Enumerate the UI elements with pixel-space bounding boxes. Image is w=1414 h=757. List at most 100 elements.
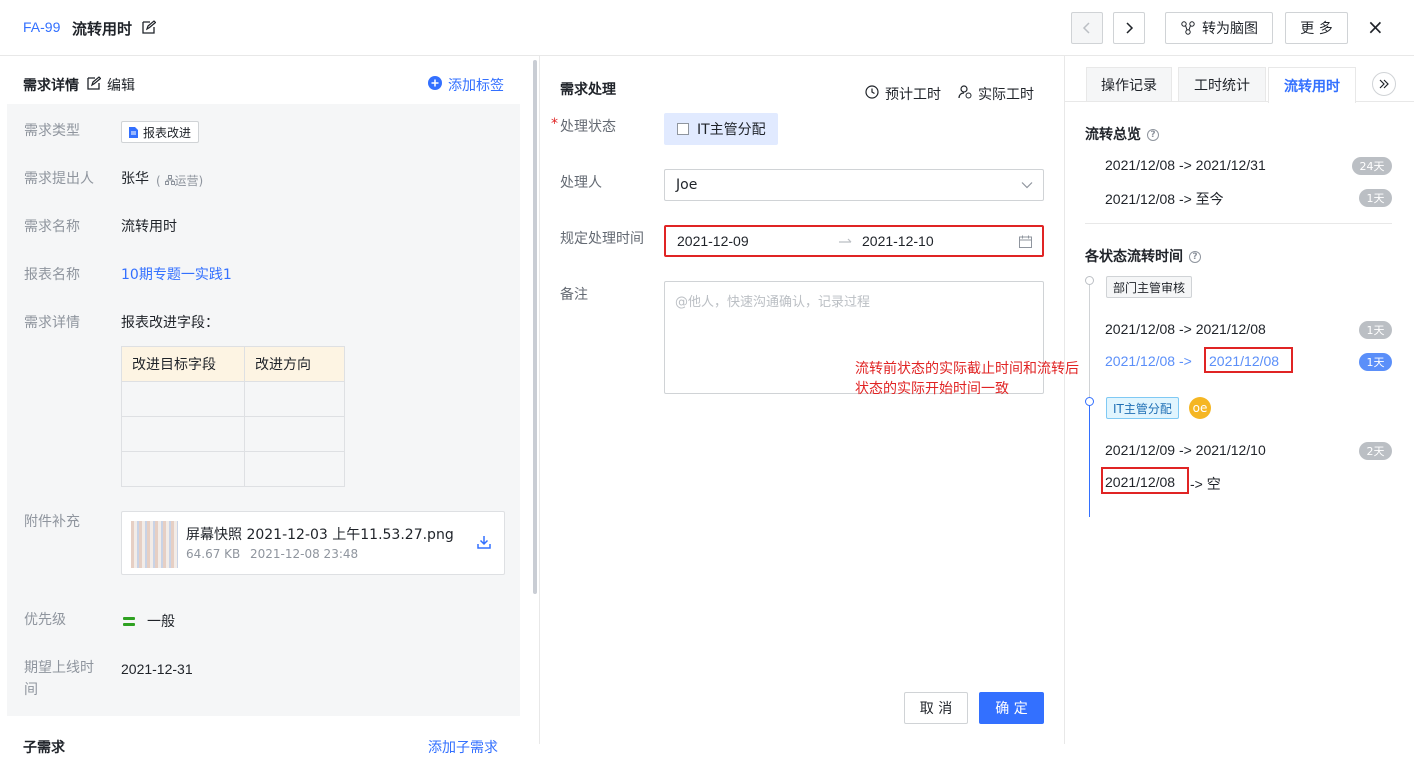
overview-range-1: 2021/12/08 -> 2021/12/31 [1105,157,1266,173]
priority-label: 优先级 [24,612,66,628]
timeline-panel: 操作记录 工时统计 流转用时 流转总览? 2021/12/08 -> 2021/… [1065,56,1414,744]
status-time-title: 各状态流转时间? [1085,246,1201,266]
help-icon[interactable]: ? [1147,129,1159,141]
launch-label: 期望上线时间 [24,660,94,698]
tabs-expand-button[interactable] [1372,72,1396,96]
name-value: 流转用时 [121,219,177,235]
table-cell[interactable] [244,451,345,487]
table-header-target: 改进目标字段 [121,346,245,382]
requirement-id[interactable]: FA-99 [23,19,60,35]
type-label: 需求类型 [24,123,80,139]
type-value: 报表改进 [143,125,192,140]
next-button[interactable] [1113,12,1145,44]
table-row [121,416,345,452]
attachment-name: 屏幕快照 2021-12-03 上午11.53.27.png [186,527,454,543]
user-clock-icon [958,85,972,99]
stage-tag-dept-review: 部门主管审核 [1106,276,1193,298]
date-end[interactable]: 2021-12-10 [862,233,934,249]
mindmap-button[interactable]: 转为脑图 [1165,12,1273,44]
handler-value: Joe [676,177,698,193]
org-icon [164,175,175,185]
handler-label: 处理人 [560,175,602,191]
document-icon [129,126,138,138]
stage1-days-1: 1天 [1359,321,1392,339]
highlight-box [1204,347,1293,373]
chevron-left-icon [1082,22,1090,34]
tab-work-hours[interactable]: 工时统计 [1178,67,1266,101]
attachment-thumbnail [131,521,178,568]
sub-section-title: 子需求 [23,740,65,756]
add-tag-link[interactable]: 添加标签 [448,75,504,95]
mindmap-label: 转为脑图 [1202,21,1258,37]
est-hours-button[interactable]: 预计工时 [885,84,941,104]
timeline-line-active [1089,403,1090,517]
checkbox-box [677,123,689,135]
mindmap-icon [1181,21,1195,35]
type-tag[interactable]: 报表改进 [121,121,200,143]
table-cell[interactable] [121,416,245,452]
edit-icon[interactable] [87,76,101,90]
table-row [121,381,345,417]
stage-tag-it-assign: IT主管分配 [1106,397,1179,419]
overview-title-text: 流转总览 [1085,127,1141,143]
prev-button[interactable] [1071,12,1103,44]
detail-section-title: 需求详情 [23,78,79,94]
status-checkbox[interactable]: IT主管分配 [664,113,778,145]
help-icon[interactable]: ? [1189,251,1201,263]
ok-button[interactable]: 确 定 [979,692,1044,724]
add-circle-icon[interactable] [428,76,442,90]
table-cell[interactable] [244,416,345,452]
clock-icon [865,85,879,99]
attachment-card[interactable]: 屏幕快照 2021-12-03 上午11.53.27.png 64.67 KB … [121,511,505,575]
improvement-table: 改进目标字段 改进方向 [121,346,345,487]
submitter-value: 张华 [121,171,149,187]
table-cell[interactable] [121,381,245,417]
handler-select[interactable]: Joe [664,169,1044,201]
tab-flow-time[interactable]: 流转用时 [1268,67,1356,103]
deadline-range-picker[interactable]: 2021-12-09 2021-12-10 [664,225,1044,257]
remark-label: 备注 [560,287,588,303]
close-icon[interactable]: × [1367,15,1384,39]
stage1-days-2: 1天 [1359,353,1392,371]
table-cell[interactable] [121,451,245,487]
overview-title: 流转总览? [1085,124,1159,144]
stage2-range-1: 2021/12/09 -> 2021/12/10 [1105,442,1266,458]
table-row [121,451,345,487]
calendar-icon [1019,235,1032,248]
stage1-range-2: 2021/12/08 -> [1105,353,1192,369]
annotation-note: 流转前状态的实际截止时间和流转后状态的实际开始时间一致 [855,361,1079,397]
priority-equal-icon [123,617,135,626]
attachment-time: 2021-12-08 23:48 [250,547,359,561]
avatar[interactable]: oe [1189,397,1211,419]
tab-operation-log[interactable]: 操作记录 [1086,67,1172,101]
left-scrollbar[interactable] [533,60,537,594]
submitter-dept: ( 运营) [156,174,204,188]
required-asterisk: * [551,116,558,132]
status-time-title-text: 各状态流转时间 [1085,249,1183,265]
detail-label: 需求详情 [24,315,80,331]
chevron-down-icon [1021,182,1033,189]
timeline-dot-active [1085,397,1094,406]
stage1-start-1: 2021/12/08 [1105,321,1176,337]
attachment-size: 64.67 KB [186,547,241,561]
chevron-right-icon [1126,22,1134,34]
cancel-button[interactable]: 取 消 [904,692,968,724]
attach-label: 附件补充 [24,514,80,530]
add-sub-link[interactable]: 添加子需求 [428,737,498,757]
highlight-box [1101,467,1189,494]
table-cell[interactable] [244,381,345,417]
report-link[interactable]: 10期专题一实践1 [121,264,232,286]
tab-divider [1065,101,1414,102]
edit-title-icon[interactable] [142,20,156,34]
act-hours-button[interactable]: 实际工时 [978,84,1034,104]
header: FA-99 流转用时 转为脑图 更 多 × [0,0,1414,56]
priority-value: 一般 [147,614,175,630]
edit-link[interactable]: 编辑 [107,75,135,95]
timeline-dot [1085,276,1094,285]
download-icon[interactable] [477,535,491,549]
more-button[interactable]: 更 多 [1285,12,1348,44]
arrow-right-icon [839,238,852,243]
launch-value: 2021-12-31 [121,661,193,677]
date-start[interactable]: 2021-12-09 [677,233,749,249]
processing-panel: 需求处理 预计工时 实际工时 * 处理状态 IT主管分配 处理人 Joe 规定处… [540,56,1079,744]
